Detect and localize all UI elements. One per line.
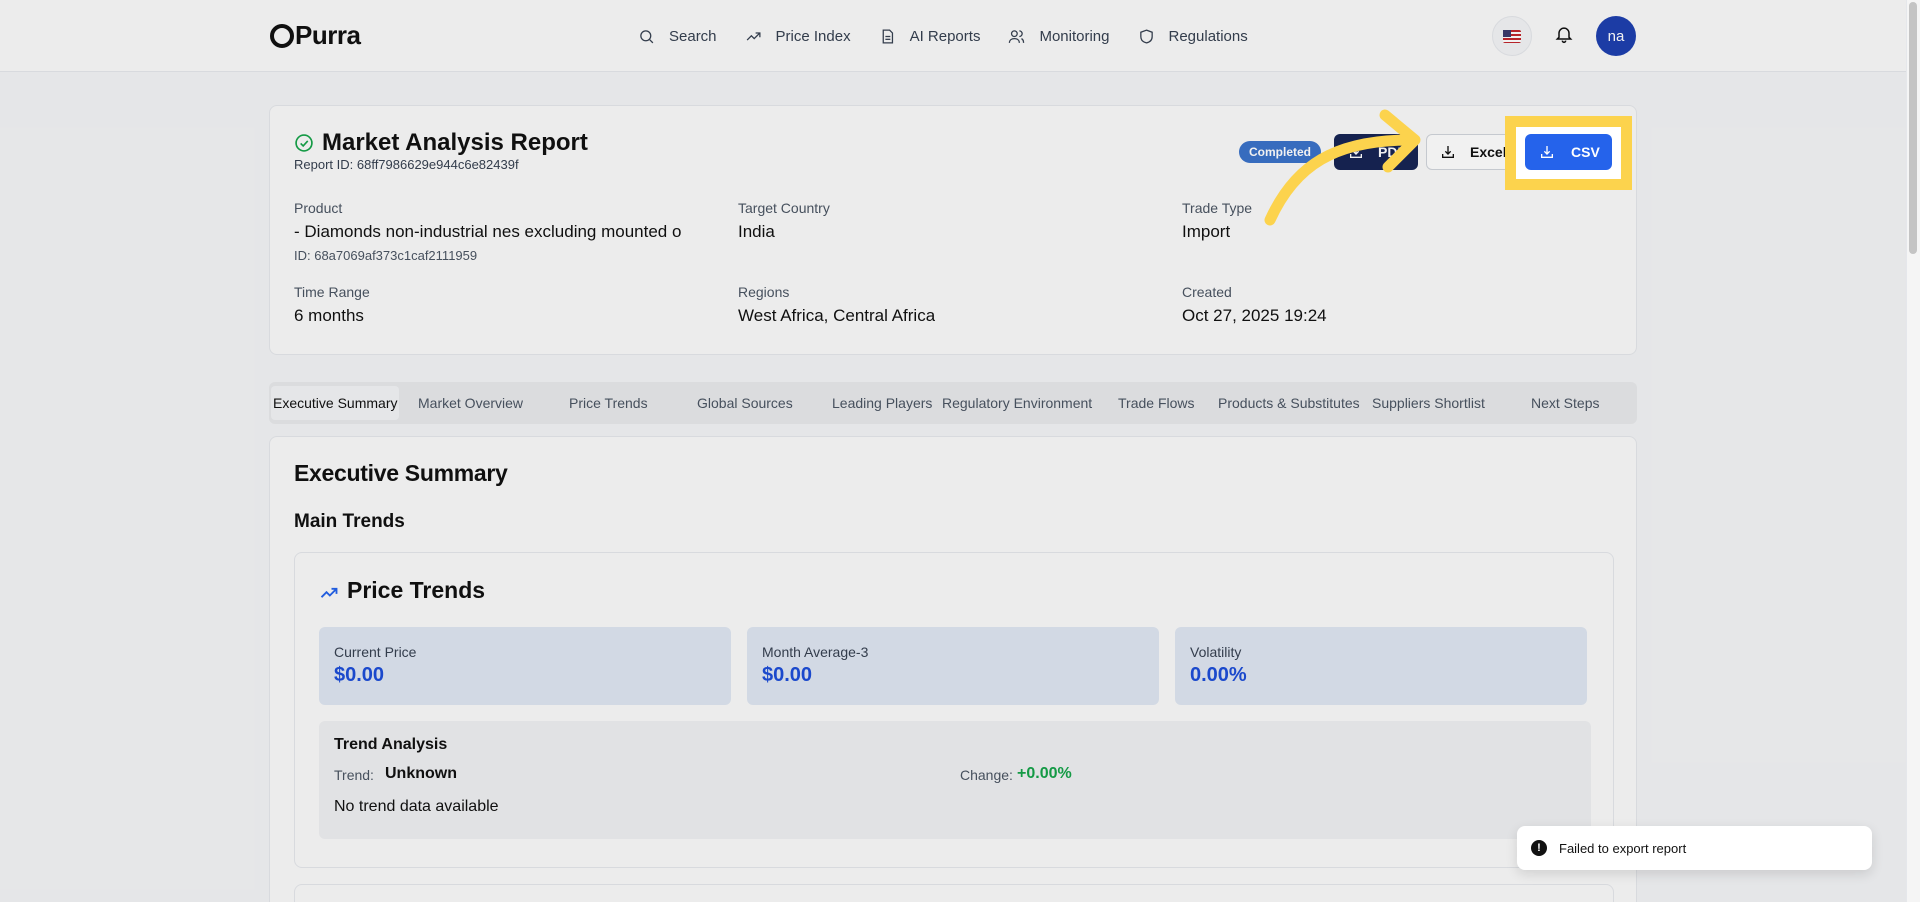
trend-label: Trend: bbox=[334, 767, 374, 783]
user-avatar[interactable]: na bbox=[1596, 16, 1636, 56]
export-csv-button[interactable]: CSV bbox=[1525, 134, 1612, 170]
executive-summary-panel: Executive Summary Main Trends Price Tren… bbox=[269, 436, 1637, 902]
metric-label: Current Price bbox=[334, 644, 417, 660]
nav-label: Monitoring bbox=[1039, 27, 1110, 45]
next-section-card bbox=[294, 884, 1614, 902]
target-country-value: India bbox=[738, 222, 775, 241]
metric-value: $0.00 bbox=[334, 664, 385, 686]
created-value: Oct 27, 2025 19:24 bbox=[1182, 306, 1327, 325]
tab-executive-summary[interactable]: Executive Summary bbox=[271, 386, 400, 420]
document-icon bbox=[882, 28, 893, 44]
price-trends-title: Price Trends bbox=[347, 577, 486, 603]
trending-up-icon bbox=[746, 31, 761, 40]
tab-leading-players[interactable]: Leading Players bbox=[832, 386, 932, 420]
trend-analysis-box: Trend Analysis Trend: Unknown Change: +0… bbox=[319, 721, 1591, 839]
search-icon bbox=[640, 29, 654, 43]
tab-market-overview[interactable]: Market Overview bbox=[418, 386, 523, 420]
main-trends-heading: Main Trends bbox=[294, 511, 405, 532]
metric-current-price: Current Price $0.00 bbox=[319, 627, 731, 705]
tab-regulatory-environment[interactable]: Regulatory Environment bbox=[942, 386, 1092, 420]
users-icon bbox=[1009, 29, 1025, 43]
alert-icon: ! bbox=[1531, 840, 1547, 856]
us-flag-icon bbox=[1503, 29, 1521, 43]
trade-type-label: Trade Type bbox=[1182, 200, 1253, 216]
change-label: Change: bbox=[960, 767, 1013, 783]
scrollbar-thumb[interactable] bbox=[1909, 2, 1917, 254]
no-trend-data-text: No trend data available bbox=[334, 798, 499, 815]
csv-label: CSV bbox=[1571, 144, 1600, 160]
toast-message: Failed to export report bbox=[1559, 840, 1687, 856]
app-logo[interactable]: Purra bbox=[270, 18, 361, 52]
notifications-button[interactable] bbox=[1554, 24, 1576, 46]
section-title: Executive Summary bbox=[294, 460, 508, 486]
regions-value: West Africa, Central Africa bbox=[738, 306, 936, 325]
metric-month-average: Month Average-3 $0.00 bbox=[747, 627, 1159, 705]
product-value: - Diamonds non-industrial nes excluding … bbox=[294, 222, 682, 241]
logo-mark-icon bbox=[270, 24, 294, 48]
metric-label: Volatility bbox=[1190, 644, 1242, 660]
nav-label: Search bbox=[669, 27, 717, 45]
tab-global-sources[interactable]: Global Sources bbox=[697, 386, 793, 420]
tab-suppliers-shortlist[interactable]: Suppliers Shortlist bbox=[1372, 386, 1485, 420]
error-toast: ! Failed to export report bbox=[1517, 826, 1872, 870]
tab-price-trends[interactable]: Price Trends bbox=[569, 386, 648, 420]
check-circle-icon bbox=[294, 133, 314, 153]
product-label: Product bbox=[294, 200, 343, 216]
logo-text: Purra bbox=[295, 19, 361, 50]
nav-item-regulations[interactable]: Regulations bbox=[1138, 22, 1248, 50]
metric-value: 0.00% bbox=[1190, 664, 1247, 686]
created-label: Created bbox=[1182, 284, 1232, 300]
price-trends-card: Price Trends Current Price $0.00 Month A… bbox=[294, 552, 1614, 868]
change-value: +0.00% bbox=[1017, 765, 1072, 782]
metric-volatility: Volatility 0.00% bbox=[1175, 627, 1587, 705]
metric-label: Month Average-3 bbox=[762, 644, 869, 660]
nav-item-price-index[interactable]: Price Index bbox=[745, 22, 851, 50]
nav-label: Price Index bbox=[775, 27, 851, 45]
time-range-value: 6 months bbox=[294, 306, 364, 325]
shield-icon bbox=[1139, 28, 1153, 44]
report-id: Report ID: 68ff7986629e944c6e82439f bbox=[294, 157, 519, 172]
language-button[interactable] bbox=[1492, 16, 1532, 56]
report-title: Market Analysis Report bbox=[322, 129, 588, 156]
target-country-label: Target Country bbox=[738, 200, 830, 216]
nav-item-ai-reports[interactable]: AI Reports bbox=[879, 22, 981, 50]
tab-products-substitutes[interactable]: Products & Substitutes bbox=[1218, 386, 1360, 420]
main-nav: Search Price Index AI Reports Monitoring… bbox=[638, 22, 1276, 50]
nav-item-search[interactable]: Search bbox=[638, 22, 717, 50]
product-id: ID: 68a7069af373c1caf2111959 bbox=[294, 248, 478, 263]
bell-icon bbox=[1555, 27, 1573, 44]
trend-value: Unknown bbox=[385, 765, 457, 782]
top-navigation-bar: Purra Search Price Index AI Reports Moni… bbox=[0, 0, 1920, 72]
download-icon bbox=[1541, 146, 1553, 158]
trending-up-icon bbox=[319, 583, 339, 603]
nav-item-monitoring[interactable]: Monitoring bbox=[1008, 22, 1110, 50]
annotation-arrow-icon bbox=[1264, 109, 1421, 226]
trend-analysis-title: Trend Analysis bbox=[334, 736, 448, 753]
time-range-label: Time Range bbox=[294, 284, 370, 300]
nav-label: AI Reports bbox=[909, 27, 981, 45]
metric-value: $0.00 bbox=[762, 664, 813, 686]
report-tabs: Executive Summary Market Overview Price … bbox=[269, 382, 1637, 424]
regions-label: Regions bbox=[738, 284, 790, 300]
tab-trade-flows[interactable]: Trade Flows bbox=[1118, 386, 1195, 420]
tab-next-steps[interactable]: Next Steps bbox=[1531, 386, 1599, 420]
excel-label: Excel bbox=[1470, 144, 1507, 160]
trade-type-value: Import bbox=[1182, 222, 1231, 241]
nav-label: Regulations bbox=[1168, 27, 1248, 45]
